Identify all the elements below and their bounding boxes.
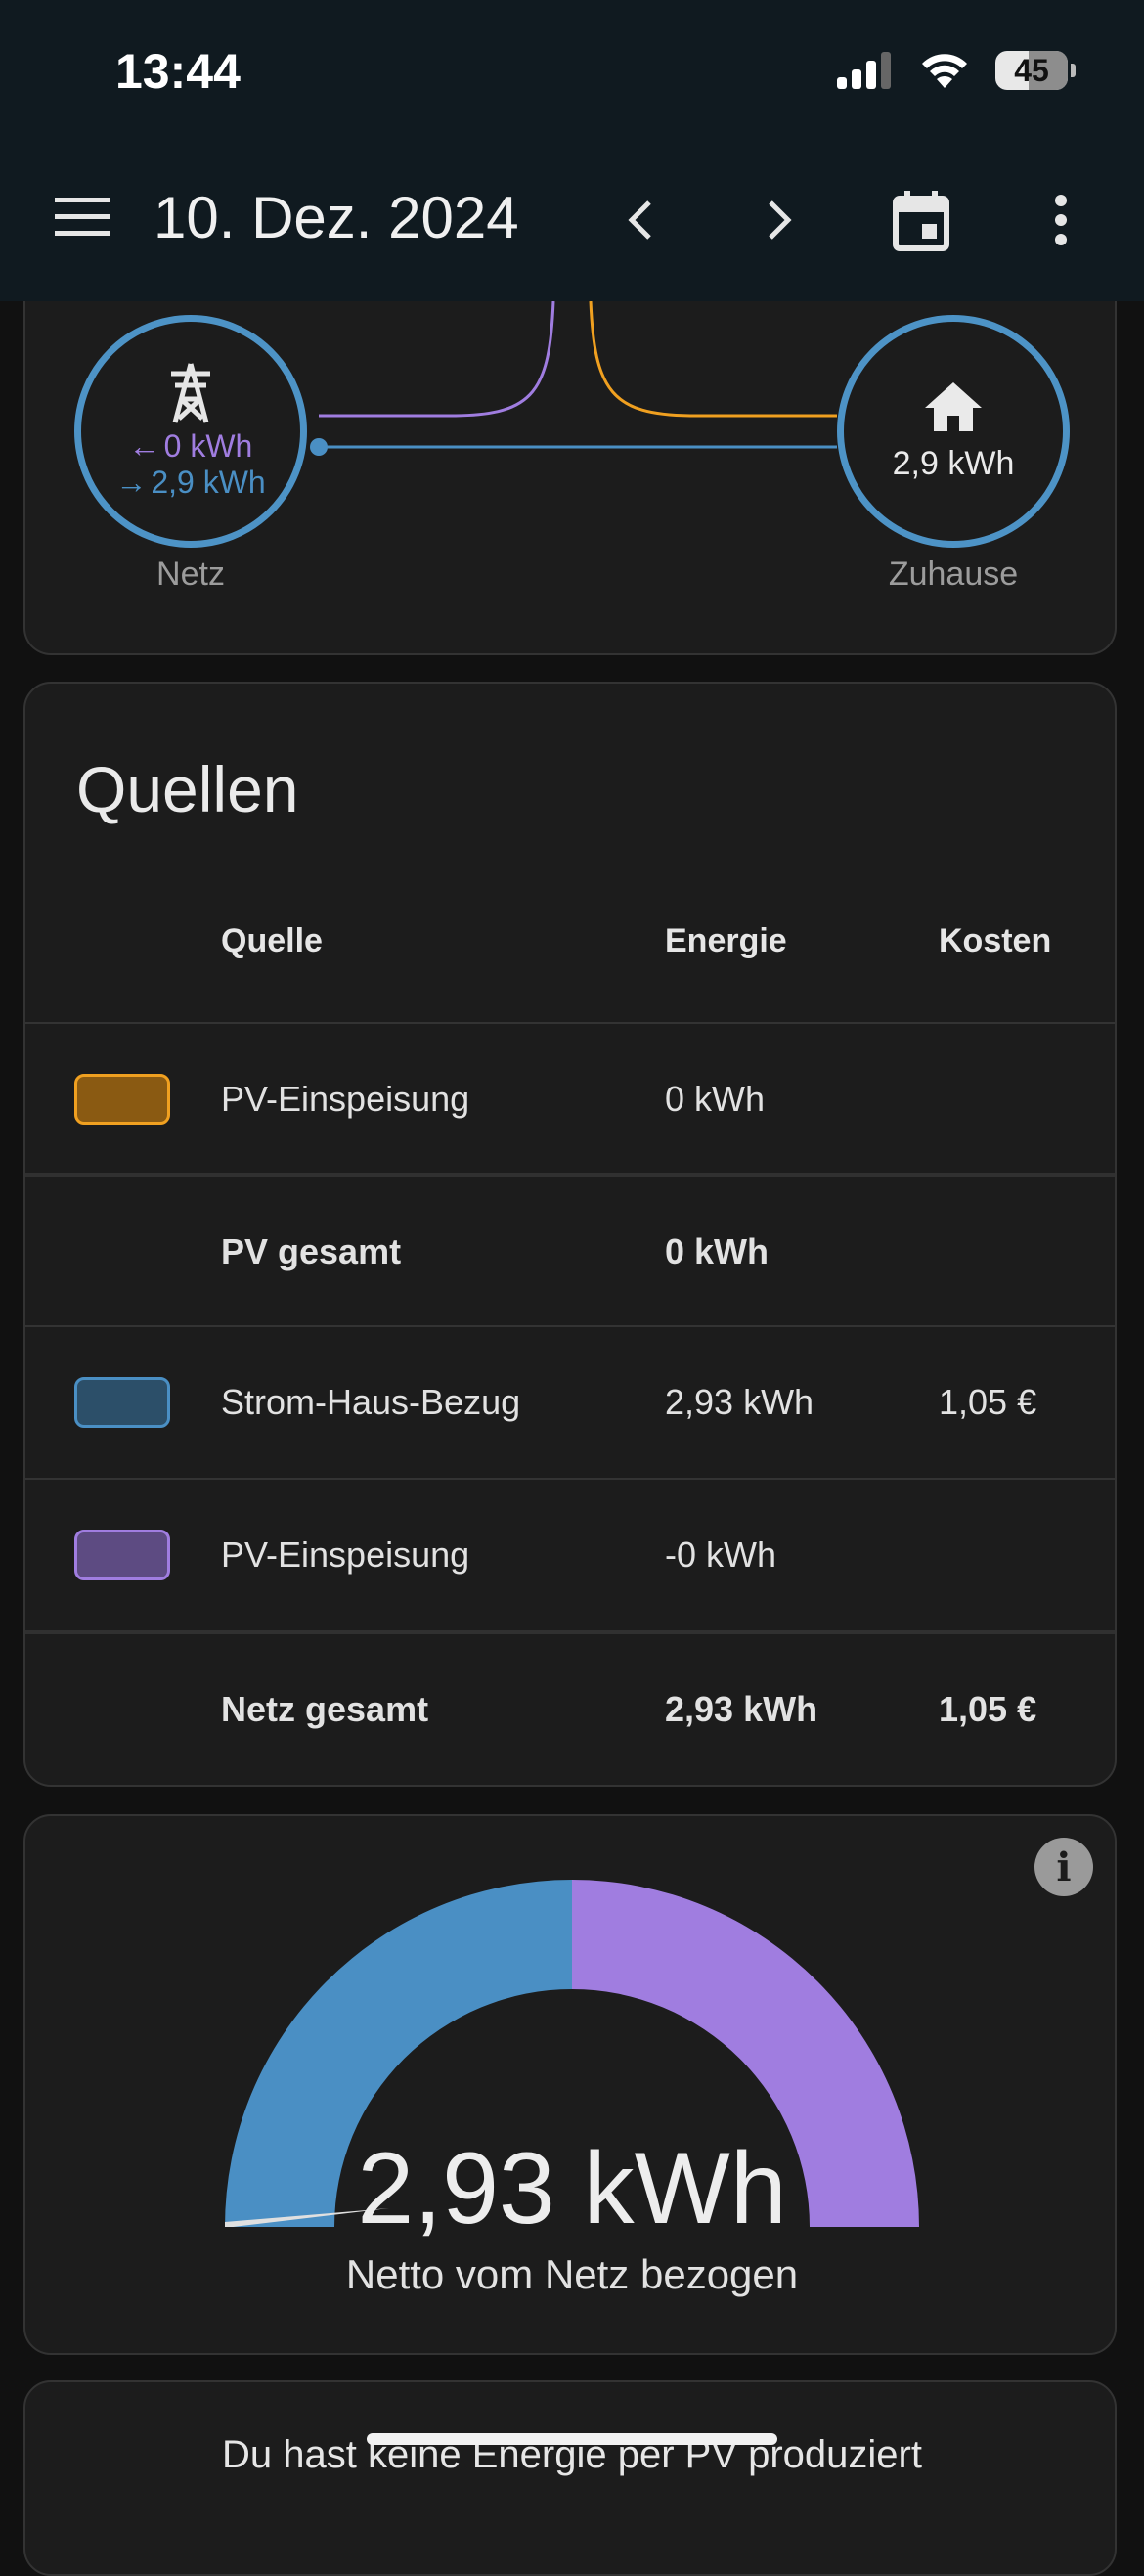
total-cost: 1,05 € [939, 1689, 1037, 1729]
source-energy: 2,93 kWh [665, 1382, 814, 1422]
source-name: PV-Einspeisung [221, 1534, 470, 1575]
gauge-value: 2,93 kWh [357, 2132, 787, 2245]
table-row: PV-Einspeisung 0 kWh [25, 1022, 1115, 1175]
table-row: Strom-Haus-Bezug 2,93 kWh 1,05 € [25, 1325, 1115, 1478]
menu-button[interactable] [49, 188, 115, 246]
arrow-right-icon: → [115, 465, 148, 500]
home-icon [925, 381, 982, 431]
calendar-icon [893, 191, 949, 251]
calendar-button[interactable] [880, 184, 962, 258]
app-header: 13:44 45 10. Dez. 2024 [0, 0, 1144, 301]
column-header-source: Quelle [221, 922, 323, 959]
source-name: PV-Einspeisung [221, 1079, 470, 1119]
previous-day-button[interactable] [606, 186, 675, 254]
status-icons: 45 [837, 51, 1076, 90]
total-energy: 0 kWh [665, 1231, 770, 1271]
hamburger-icon [55, 198, 110, 236]
total-name: Netz gesamt [221, 1689, 429, 1729]
chevron-left-icon [628, 200, 651, 240]
home-value: 2,9 kWh [892, 444, 1015, 482]
transmission-tower-icon [171, 363, 210, 423]
grid-node[interactable]: ← 0 kWh → 2,9 kWh [74, 315, 307, 548]
grid-return-value: ← 0 kWh [128, 428, 253, 464]
next-day-button[interactable] [745, 186, 814, 254]
signal-icon [837, 52, 891, 89]
status-time: 13:44 [115, 44, 241, 99]
table-row: PV-Einspeisung -0 kWh [25, 1478, 1115, 1630]
total-name: PV gesamt [221, 1231, 402, 1271]
solar-info-card: Du hast keine Energie per PV produziert [23, 2380, 1117, 2576]
more-vertical-icon [1055, 195, 1067, 245]
grid-label: Netz [156, 555, 225, 593]
page-title[interactable]: 10. Dez. 2024 [154, 184, 519, 251]
battery-indicator: 45 [995, 51, 1076, 90]
arrow-left-icon: ← [128, 428, 160, 464]
source-cost: 1,05 € [939, 1382, 1037, 1422]
grid-consumption-value: → 2,9 kWh [115, 465, 266, 500]
color-swatch [74, 1074, 170, 1125]
column-header-energy: Energie [665, 922, 787, 959]
home-node[interactable]: 2,9 kWh [837, 315, 1070, 548]
energy-flow-card: ← 0 kWh → 2,9 kWh Netz 2,9 kWh Zuhause [23, 264, 1117, 655]
table-row-total: PV gesamt 0 kWh [25, 1173, 1115, 1327]
home-indicator[interactable] [367, 2433, 777, 2445]
home-label: Zuhause [888, 555, 1019, 593]
wifi-icon [922, 54, 967, 88]
sources-card: Quellen Quelle Energie Kosten PV-Einspei… [23, 682, 1117, 1787]
table-row-total: Netz gesamt 2,93 kWh 1,05 € [25, 1630, 1115, 1785]
source-energy: -0 kWh [665, 1534, 777, 1575]
source-name: Strom-Haus-Bezug [221, 1382, 521, 1422]
column-header-cost: Kosten [939, 922, 1052, 959]
chevron-right-icon [769, 200, 792, 240]
grid-net-gauge-card: i 2,93 kWh Netto vom Netz bezogen [23, 1814, 1117, 2355]
color-swatch [74, 1530, 170, 1580]
gauge-caption: Netto vom Netz bezogen [345, 2251, 799, 2297]
color-swatch [74, 1377, 170, 1428]
more-options-button[interactable] [1027, 186, 1095, 254]
source-energy: 0 kWh [665, 1079, 766, 1119]
sources-title: Quellen [76, 753, 299, 825]
battery-level: 45 [1014, 52, 1049, 88]
total-energy: 2,93 kWh [665, 1689, 818, 1729]
